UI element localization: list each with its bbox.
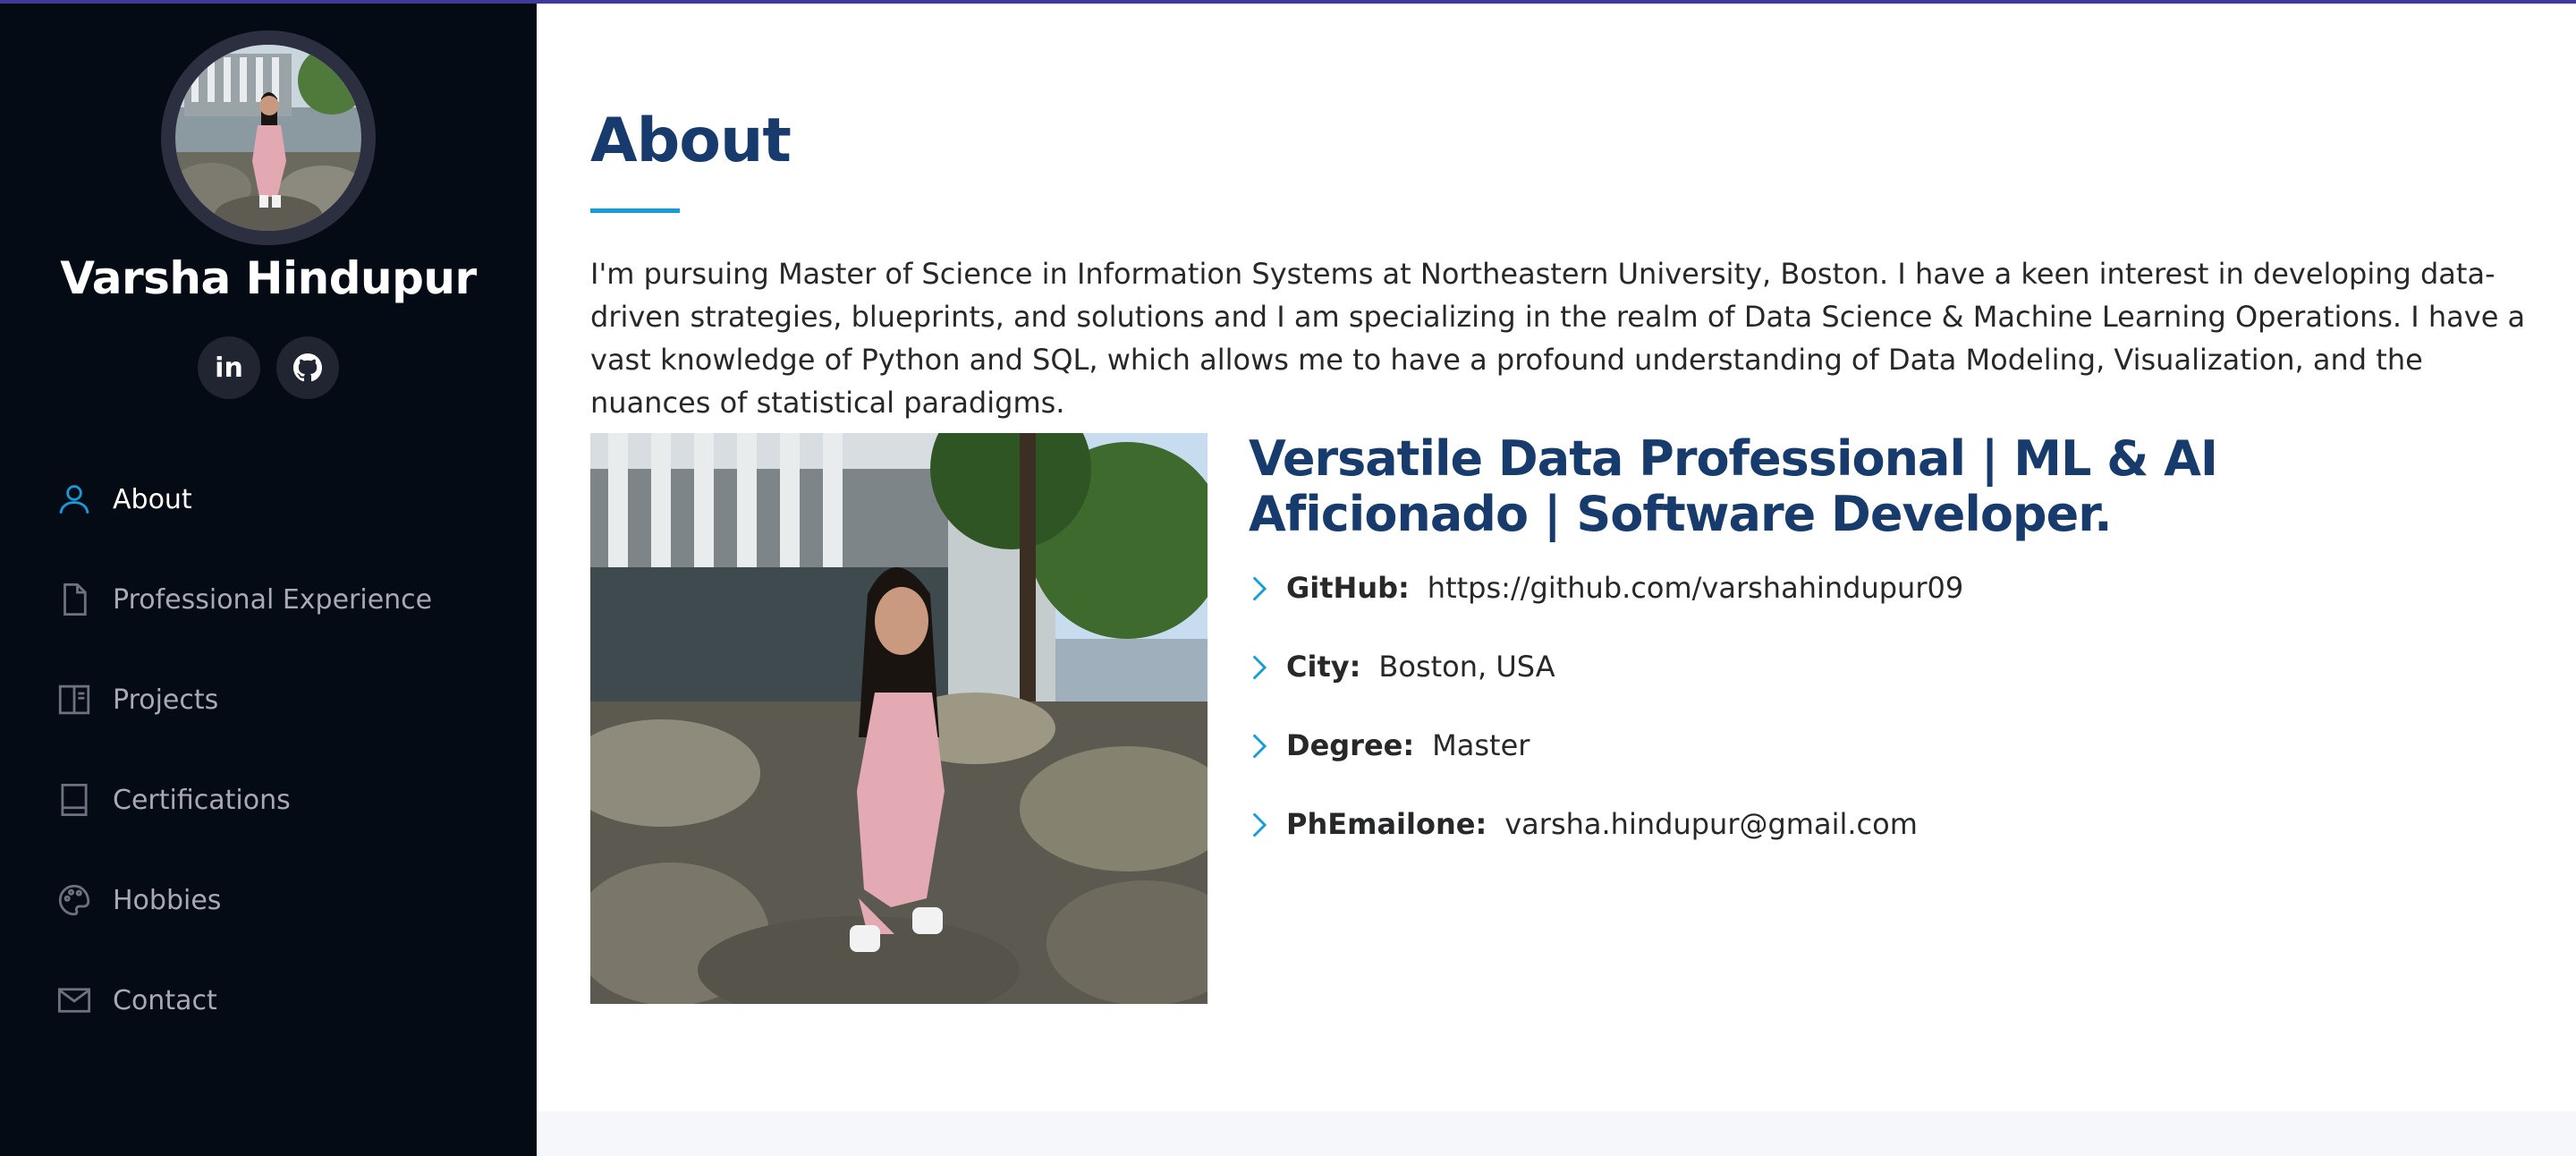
chevron-right-icon: [1249, 728, 1286, 764]
nav-label-projects: Projects: [113, 684, 219, 716]
chevron-right-icon: [1249, 571, 1286, 607]
headline: Versatile Data Professional | ML & AI Af…: [1249, 430, 2218, 542]
nav-label-hobbies: Hobbies: [113, 884, 222, 916]
fact-value: Master: [1432, 728, 1530, 762]
sidebar: Varsha Hindupur in About Professional Ex…: [0, 0, 537, 1156]
chevron-right-icon: [1249, 650, 1286, 685]
nav-item-about[interactable]: About: [0, 449, 537, 549]
nav-item-hobbies[interactable]: Hobbies: [0, 850, 537, 950]
palette-icon: [55, 881, 93, 919]
title-underline: [590, 208, 680, 213]
avatar-photo: [175, 45, 361, 231]
person-icon: [55, 480, 93, 518]
fact-label: Degree:: [1286, 728, 1415, 762]
facts-list: GitHub: https://github.com/varshahindupu…: [1249, 571, 1963, 886]
fact-value: https://github.com/varshahindupur09: [1427, 571, 1964, 605]
nav-label-certifications: Certifications: [113, 784, 291, 816]
linkedin-link[interactable]: in: [198, 336, 260, 399]
about-intro: I'm pursuing Master of Science in Inform…: [590, 257, 2526, 420]
fact-label: GitHub:: [1286, 571, 1410, 605]
main-content: About I'm pursuing Master of Science in …: [537, 0, 2576, 1156]
fact-label: City:: [1286, 650, 1361, 684]
linkedin-icon: in: [215, 352, 243, 384]
nav-menu: About Professional Experience Projects C…: [0, 449, 537, 1050]
github-icon: [293, 353, 322, 382]
nav-item-contact[interactable]: Contact: [0, 950, 537, 1050]
fact-value: varsha.hindupur@gmail.com: [1504, 807, 1918, 841]
book-half-icon: [55, 681, 93, 718]
social-links: in: [0, 336, 537, 399]
journal-icon: [55, 781, 93, 819]
nav-item-projects[interactable]: Projects: [0, 650, 537, 750]
fact-city: City: Boston, USA: [1249, 650, 1963, 728]
avatar: [161, 30, 376, 245]
github-link[interactable]: [276, 336, 339, 399]
nav-item-certifications[interactable]: Certifications: [0, 750, 537, 850]
fact-github: GitHub: https://github.com/varshahindupu…: [1249, 571, 1963, 650]
section-title: About: [590, 106, 792, 176]
nav-item-professional-experience[interactable]: Professional Experience: [0, 549, 537, 650]
fact-email: PhEmailone: varsha.hindupur@gmail.com: [1249, 807, 1963, 886]
nav-label-about: About: [113, 483, 192, 515]
next-section-band: [537, 1111, 2576, 1156]
fact-degree: Degree: Master: [1249, 728, 1963, 807]
file-icon: [55, 581, 93, 618]
nav-label-contact: Contact: [113, 984, 217, 1016]
nav-label-professional-experience: Professional Experience: [113, 583, 433, 616]
fact-label: PhEmailone:: [1286, 807, 1487, 841]
top-accent-line: [0, 0, 2576, 4]
profile-name: Varsha Hindupur: [60, 252, 477, 304]
profile-photo: [590, 433, 1208, 1004]
fact-value: Boston, USA: [1378, 650, 1555, 684]
chevron-right-icon: [1249, 807, 1286, 843]
envelope-icon: [55, 982, 93, 1019]
